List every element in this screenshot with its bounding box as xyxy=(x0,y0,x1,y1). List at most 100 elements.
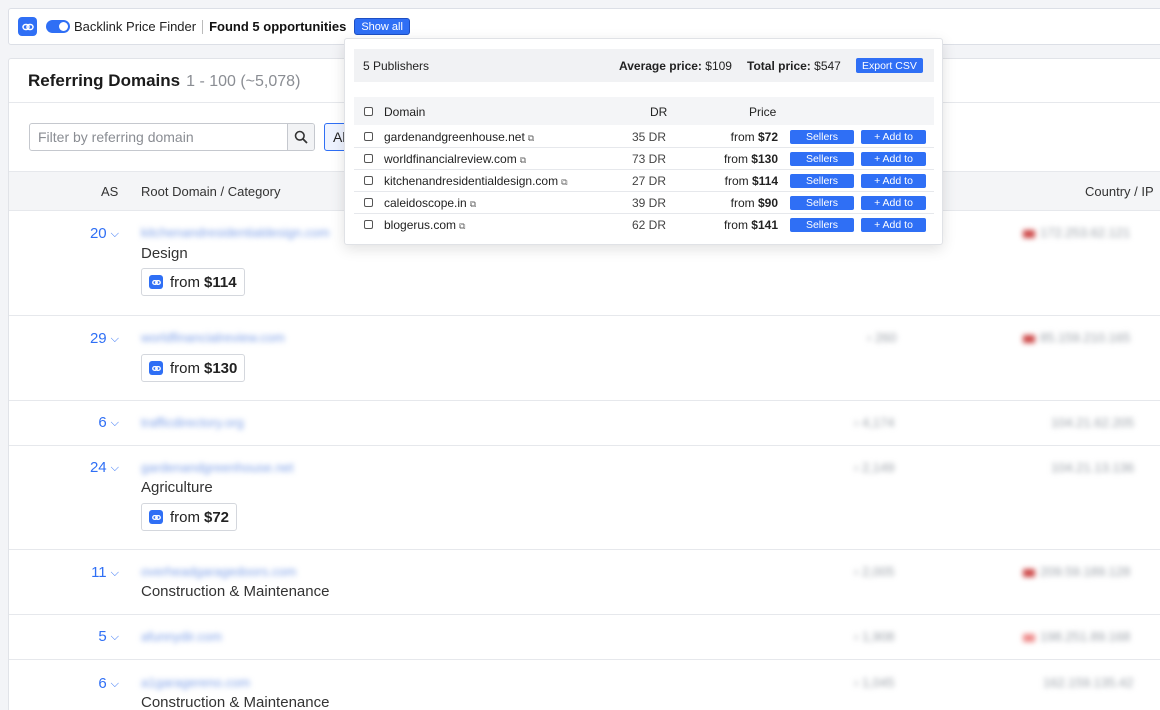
export-csv-button[interactable]: Export CSV xyxy=(856,58,923,73)
price-value: $114 xyxy=(204,273,237,291)
price-value: $130 xyxy=(751,152,778,166)
ip-address: 104.21.62.205 xyxy=(1051,415,1135,430)
as-value[interactable]: 24 ⌵ xyxy=(9,459,119,476)
domain-text: caleidoscope.in xyxy=(384,196,467,210)
publisher-row: gardenandgreenhouse.net ⧉ 35 DR from $72 … xyxy=(354,126,934,148)
add-to-button[interactable]: + Add to xyxy=(861,174,926,188)
dr-value: 39 DR xyxy=(631,196,666,210)
price-badge[interactable]: from $72 xyxy=(141,503,238,531)
add-to-button[interactable]: + Add to xyxy=(861,196,926,210)
domain-text: worldfinancialreview.com xyxy=(384,152,517,166)
as-number: 6 xyxy=(98,414,107,431)
price-prefix: from xyxy=(730,196,755,210)
backlinks-number: 4,174 xyxy=(861,415,895,430)
price-prefix: from xyxy=(170,508,200,526)
row-checkbox[interactable] xyxy=(364,198,373,207)
publisher-domain[interactable]: worldfinancialreview.com ⧉ xyxy=(384,152,526,166)
domain-text: gardenandgreenhouse.net xyxy=(384,130,525,144)
as-number: 29 xyxy=(89,330,107,347)
price: from $72 xyxy=(694,130,778,144)
external-link-icon: ⧉ xyxy=(459,221,466,231)
ip-address: 85.159.210.165 xyxy=(1040,330,1131,345)
as-number: 5 xyxy=(98,628,107,645)
sellers-button[interactable]: Sellers xyxy=(790,130,854,144)
link-icon xyxy=(18,17,37,36)
price-badge[interactable]: from $130 xyxy=(141,354,246,382)
as-number: 11 xyxy=(91,564,107,581)
chevron-down-icon: ⌵ xyxy=(110,567,119,579)
row-checkbox[interactable] xyxy=(364,176,373,185)
search-button[interactable] xyxy=(287,124,314,150)
root-domain-link[interactable]: kitchenandresidentialdesign.com xyxy=(141,225,330,240)
price: from $90 xyxy=(694,196,778,210)
root-domain-link[interactable]: worldfinancialreview.com xyxy=(141,330,285,345)
publisher-row: worldfinancialreview.com ⧉ 73 DR from $13… xyxy=(354,148,934,170)
publisher-domain[interactable]: kitchenandresidentialdesign.com ⧉ xyxy=(384,174,568,188)
domain-text: kitchenandresidentialdesign.com xyxy=(384,174,559,188)
price-prefix: from xyxy=(723,218,748,232)
flag-icon xyxy=(1023,334,1035,343)
publisher-domain[interactable]: gardenandgreenhouse.net ⧉ xyxy=(384,130,534,144)
column-domain: Domain xyxy=(384,105,426,119)
root-domain-link[interactable]: afunnydir.com xyxy=(141,629,222,644)
as-value[interactable]: 6 ⌵ xyxy=(9,675,119,692)
root-domain-link[interactable]: gardenandgreenhouse.net xyxy=(141,460,294,475)
table-row: 6 ⌵ trafficdirectory.org › 4,174 104.21.6… xyxy=(9,401,1160,446)
add-to-button[interactable]: + Add to xyxy=(861,130,926,144)
domain-filter-input[interactable]: Filter by referring domain xyxy=(30,124,287,150)
add-to-button[interactable]: + Add to xyxy=(861,218,926,232)
select-all-checkbox[interactable] xyxy=(364,107,373,116)
column-root-domain[interactable]: Root Domain / Category xyxy=(141,184,280,199)
row-checkbox[interactable] xyxy=(364,154,373,163)
price-value: $130 xyxy=(204,359,238,377)
row-checkbox[interactable] xyxy=(364,220,373,229)
average-price: Average price: $109 xyxy=(619,59,732,73)
add-to-button[interactable]: + Add to xyxy=(861,152,926,166)
price-value: $90 xyxy=(757,196,778,210)
domain-text: blogerus.com xyxy=(384,218,457,232)
as-number: 24 xyxy=(89,459,107,476)
table-row: 11 ⌵ overheadgaragedoors.com Construction… xyxy=(9,550,1160,615)
table-row: 6 ⌵ a1garagereno.com Construction & Maint… xyxy=(9,660,1160,710)
panel-title: Referring Domains 1 - 100 (~5,078) xyxy=(28,71,300,91)
sellers-button[interactable]: Sellers xyxy=(790,174,854,188)
backlinks-count: › 1,045 xyxy=(854,675,895,690)
price-value: $72 xyxy=(757,130,778,144)
flag-icon xyxy=(1023,229,1035,238)
as-value[interactable]: 20 ⌵ xyxy=(9,225,119,242)
sellers-button[interactable]: Sellers xyxy=(790,218,854,232)
row-checkbox[interactable] xyxy=(364,132,373,141)
root-domain-link[interactable]: overheadgaragedoors.com xyxy=(141,564,296,579)
chevron-down-icon: ⌵ xyxy=(110,462,119,474)
publisher-domain[interactable]: blogerus.com ⧉ xyxy=(384,218,465,232)
sellers-button[interactable]: Sellers xyxy=(790,196,854,210)
dr-value: 62 DR xyxy=(631,218,666,232)
price: from $114 xyxy=(694,174,778,188)
category: Construction & Maintenance xyxy=(141,694,330,710)
as-value[interactable]: 29 ⌵ xyxy=(9,330,119,347)
root-domain-link[interactable]: a1garagereno.com xyxy=(141,675,250,690)
price-prefix: from xyxy=(730,130,755,144)
column-country-ip[interactable]: Country / IP xyxy=(1085,184,1154,199)
publisher-domain[interactable]: caleidoscope.in ⧉ xyxy=(384,196,476,210)
filter-box: Filter by referring domain xyxy=(29,123,315,151)
price-badge[interactable]: from $114 xyxy=(141,268,245,296)
popup-summary: 5 Publishers Average price: $109 Total p… xyxy=(354,49,934,82)
as-value[interactable]: 11 ⌵ xyxy=(9,564,119,581)
as-value[interactable]: 5 ⌵ xyxy=(9,628,119,645)
flag-icon xyxy=(1023,633,1035,642)
price-prefix: from xyxy=(170,273,200,291)
price: from $141 xyxy=(694,218,778,232)
as-value[interactable]: 6 ⌵ xyxy=(9,414,119,431)
sellers-button[interactable]: Sellers xyxy=(790,152,854,166)
country-ip: 198.251.89.168 xyxy=(1023,629,1130,644)
column-price: Price xyxy=(749,105,777,119)
root-domain-link[interactable]: trafficdirectory.org xyxy=(141,415,244,430)
as-number: 20 xyxy=(89,225,107,242)
show-all-button[interactable]: Show all xyxy=(354,18,410,35)
column-as[interactable]: AS xyxy=(101,184,118,199)
search-icon xyxy=(294,130,308,144)
backlinks-number: 260 xyxy=(874,330,897,345)
extension-toggle[interactable] xyxy=(46,20,70,33)
country-ip: 85.159.210.165 xyxy=(1023,330,1130,345)
